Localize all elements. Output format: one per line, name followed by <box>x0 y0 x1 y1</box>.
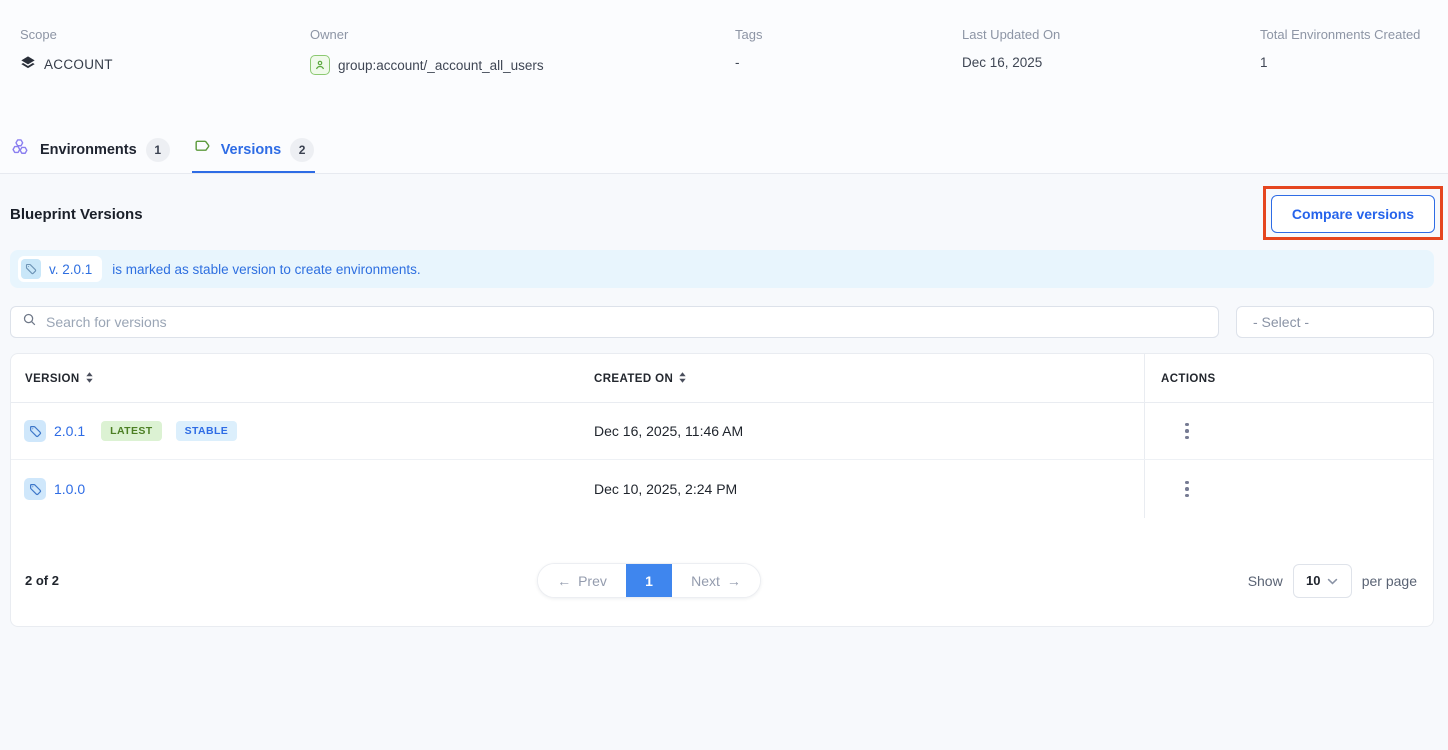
meta-tags: Tags - <box>735 27 762 70</box>
tabs-bar: Environments 1 Versions 2 <box>0 128 1448 174</box>
tab-environments-label: Environments <box>40 142 137 158</box>
page-size-control: Show 10 per page <box>1248 563 1417 598</box>
compare-versions-button[interactable]: Compare versions <box>1271 195 1435 233</box>
prev-label: Prev <box>578 573 607 589</box>
row-actions-menu-button[interactable] <box>1177 477 1197 501</box>
total-environments-value: 1 <box>1260 55 1268 70</box>
row-actions-menu-button[interactable] <box>1177 419 1197 443</box>
meta-label: Tags <box>735 27 762 42</box>
next-label: Next <box>691 573 720 589</box>
column-header-created-on[interactable]: CREATED ON <box>594 354 686 403</box>
meta-total-environments: Total Environments Created 1 <box>1260 27 1420 70</box>
meta-scope: Scope ACCOUNT <box>20 27 113 74</box>
meta-label: Total Environments Created <box>1260 27 1420 42</box>
tab-versions-label: Versions <box>221 142 281 158</box>
version-link[interactable]: 1.0.0 <box>54 481 85 497</box>
page-size-select[interactable]: 10 <box>1293 564 1352 598</box>
table-row: 1.0.0 Dec 10, 2025, 2:24 PM <box>11 460 1433 518</box>
tab-environments[interactable]: Environments 1 <box>10 128 171 173</box>
tab-environments-count: 1 <box>146 138 170 162</box>
tag-icon <box>21 259 41 279</box>
meta-owner: Owner group:account/_account_all_users <box>310 27 544 75</box>
filter-select[interactable]: - Select - <box>1236 306 1434 338</box>
page-title: Blueprint Versions <box>10 206 143 223</box>
table-row: 2.0.1 LATEST STABLE Dec 16, 2025, 11:46 … <box>11 403 1433 460</box>
tags-value: - <box>735 55 740 70</box>
stable-version-number: v. 2.0.1 <box>49 262 92 277</box>
column-header-version[interactable]: VERSION <box>25 354 93 403</box>
prev-page-button[interactable]: ← Prev <box>538 564 626 597</box>
right-arrow-icon: → <box>727 573 741 589</box>
owner-value: group:account/_account_all_users <box>338 58 544 73</box>
versions-table-card: VERSION CREATED ON ACTIONS 2.0.1 LATEST … <box>10 353 1434 627</box>
blueprint-meta-header: Scope ACCOUNT Owner group:account/_accou… <box>0 0 1448 128</box>
pagination-summary: 2 of 2 <box>25 573 59 588</box>
column-header-label: VERSION <box>25 373 80 385</box>
version-link[interactable]: 2.0.1 <box>54 423 85 439</box>
per-page-label: per page <box>1362 573 1417 589</box>
stable-badge: STABLE <box>176 421 238 441</box>
tab-versions[interactable]: Versions 2 <box>192 128 315 173</box>
latest-badge: LATEST <box>101 421 161 441</box>
stable-version-banner: v. 2.0.1 is marked as stable version to … <box>10 250 1434 288</box>
version-cell: 1.0.0 <box>24 460 85 518</box>
meta-last-updated: Last Updated On Dec 16, 2025 <box>962 27 1060 70</box>
scope-value: ACCOUNT <box>44 57 113 72</box>
left-arrow-icon: ← <box>557 573 571 589</box>
meta-label: Owner <box>310 27 544 42</box>
sort-icon <box>86 372 93 386</box>
column-header-label: ACTIONS <box>1161 373 1216 385</box>
chevron-down-icon <box>1327 572 1338 590</box>
tag-icon <box>24 478 46 500</box>
last-updated-value: Dec 16, 2025 <box>962 55 1042 70</box>
tag-icon <box>193 138 212 162</box>
filter-select-value: - Select - <box>1253 314 1309 330</box>
meta-label: Last Updated On <box>962 27 1060 42</box>
table-header-row: VERSION CREATED ON ACTIONS <box>11 354 1433 403</box>
banner-text: is marked as stable version to create en… <box>112 262 420 277</box>
page-size-value: 10 <box>1306 573 1320 588</box>
search-input[interactable] <box>46 307 1218 337</box>
show-label: Show <box>1248 573 1283 589</box>
hexagons-icon <box>11 137 31 162</box>
column-header-actions: ACTIONS <box>1161 354 1216 403</box>
meta-label: Scope <box>20 27 113 42</box>
tag-icon <box>24 420 46 442</box>
column-header-label: CREATED ON <box>594 373 673 385</box>
layers-icon <box>20 55 36 74</box>
version-cell: 2.0.1 LATEST STABLE <box>24 403 237 459</box>
next-page-button[interactable]: Next → <box>672 564 760 597</box>
annotation-highlight: Compare versions <box>1263 186 1443 240</box>
tab-versions-count: 2 <box>290 138 314 162</box>
created-on-cell: Dec 16, 2025, 11:46 AM <box>594 403 743 459</box>
created-on-cell: Dec 10, 2025, 2:24 PM <box>594 460 737 518</box>
sort-icon <box>679 372 686 386</box>
stable-version-chip: v. 2.0.1 <box>18 256 102 282</box>
user-icon <box>310 55 330 75</box>
search-icon <box>22 312 37 332</box>
page-number-button[interactable]: 1 <box>626 564 672 597</box>
search-input-wrapper <box>10 306 1219 338</box>
pagination-control: ← Prev 1 Next → <box>537 563 761 598</box>
